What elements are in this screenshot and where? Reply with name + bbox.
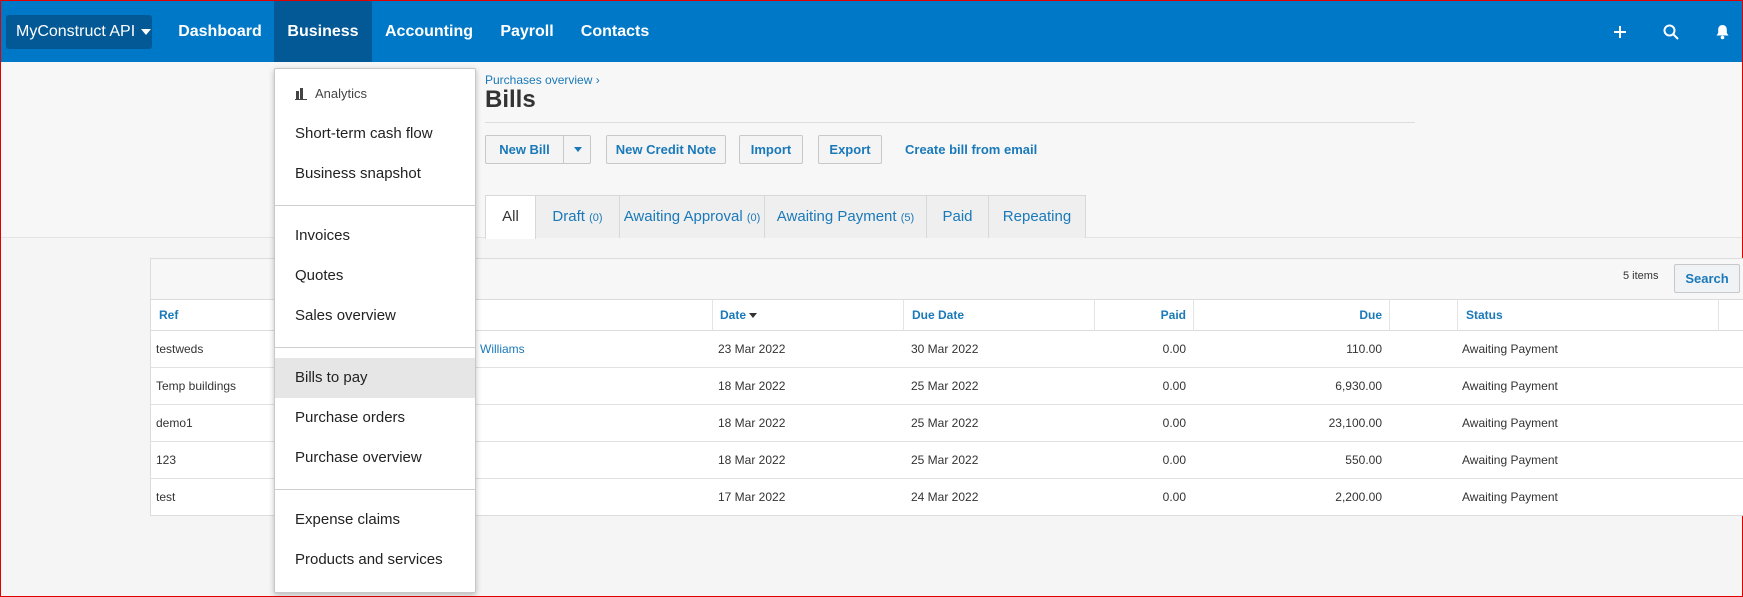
cell-due-date: 24 Mar 2022 xyxy=(911,490,979,504)
export-button[interactable]: Export xyxy=(818,135,882,164)
tab-count: (5) xyxy=(900,212,915,224)
menu-item-short-term-cash-flow[interactable]: Short-term cash flow xyxy=(275,114,475,154)
search-button[interactable]: Search xyxy=(1674,264,1740,293)
tab-label: Repeating xyxy=(1002,208,1072,225)
import-button[interactable]: Import xyxy=(739,135,803,164)
col-due-date[interactable]: Due Date xyxy=(903,300,1095,331)
tab-count: (0) xyxy=(746,212,761,224)
cell-status: Awaiting Payment xyxy=(1462,453,1558,467)
cell-ref: demo1 xyxy=(156,416,193,430)
cell-date: 18 Mar 2022 xyxy=(718,416,786,430)
cell-status: Awaiting Payment xyxy=(1462,490,1558,504)
nav-payroll[interactable]: Payroll xyxy=(486,1,568,62)
tab-label: Awaiting Payment xyxy=(776,208,897,225)
business-menu: Analytics Short-term cash flow Business … xyxy=(274,68,476,593)
cell-due: 6,930.00 xyxy=(1335,379,1382,393)
col-date-label: Date xyxy=(720,308,747,322)
org-switcher-button[interactable]: MyConstruct API xyxy=(6,15,152,49)
cell-date: 18 Mar 2022 xyxy=(718,453,786,467)
cell-due-date: 25 Mar 2022 xyxy=(911,379,979,393)
cell-paid: 0.00 xyxy=(1162,453,1186,467)
cell-paid: 0.00 xyxy=(1162,416,1186,430)
cell-to: Williams xyxy=(480,342,525,356)
col-date[interactable]: Date xyxy=(712,300,904,331)
menu-section-label: Analytics xyxy=(315,86,368,101)
tab-all[interactable]: All xyxy=(485,195,536,239)
new-bill-split-button: New Bill xyxy=(485,135,591,164)
cell-ref: Temp buildings xyxy=(156,379,237,393)
menu-item-expense-claims[interactable]: Expense claims xyxy=(275,500,475,540)
tab-count: (0) xyxy=(589,212,603,224)
col-ref[interactable]: Ref xyxy=(159,300,178,331)
menu-item-bills-to-pay[interactable]: Bills to pay xyxy=(275,358,475,398)
tab-draft[interactable]: Draft (0) xyxy=(535,195,620,238)
menu-item-purchase-orders[interactable]: Purchase orders xyxy=(275,398,475,438)
tab-label: Paid xyxy=(942,208,973,225)
nav-business[interactable]: Business xyxy=(274,1,372,62)
cell-ref: test xyxy=(156,490,176,504)
cell-date: 18 Mar 2022 xyxy=(718,379,786,393)
plus-icon[interactable] xyxy=(1605,1,1635,62)
tab-label: Draft xyxy=(552,208,585,225)
page-title: Bills xyxy=(485,86,536,113)
cell-due: 110.00 xyxy=(1346,342,1382,356)
cell-paid: 0.00 xyxy=(1162,379,1186,393)
search-icon[interactable] xyxy=(1656,1,1686,62)
cell-due-date: 30 Mar 2022 xyxy=(911,342,979,356)
tab-label: Awaiting Approval xyxy=(623,208,743,225)
nav-accounting[interactable]: Accounting xyxy=(372,1,486,62)
bell-icon[interactable] xyxy=(1707,1,1737,62)
nav-dashboard[interactable]: Dashboard xyxy=(165,1,275,62)
menu-item-products-and-services[interactable]: Products and services xyxy=(275,540,475,580)
col-due[interactable]: Due xyxy=(1193,300,1390,331)
cell-status: Awaiting Payment xyxy=(1462,416,1558,430)
divider xyxy=(485,122,1415,123)
cell-due: 2,200.00 xyxy=(1335,490,1382,504)
new-bill-button[interactable]: New Bill xyxy=(486,136,564,163)
col-status[interactable]: Status xyxy=(1457,300,1719,331)
tab-awaiting-payment[interactable]: Awaiting Payment (5) xyxy=(764,195,927,238)
new-credit-note-button[interactable]: New Credit Note xyxy=(606,135,726,164)
chevron-down-icon xyxy=(573,147,582,152)
bar-chart-icon xyxy=(295,87,307,100)
cell-date: 23 Mar 2022 xyxy=(718,342,786,356)
org-name: MyConstruct API xyxy=(16,23,136,40)
cell-date: 17 Mar 2022 xyxy=(718,490,786,504)
cell-paid: 0.00 xyxy=(1162,490,1186,504)
cell-status: Awaiting Payment xyxy=(1462,342,1558,356)
col-paid[interactable]: Paid xyxy=(1094,300,1194,331)
top-nav: MyConstruct API Dashboard Business Accou… xyxy=(1,1,1742,62)
cell-due-date: 25 Mar 2022 xyxy=(911,416,979,430)
cell-due-date: 25 Mar 2022 xyxy=(911,453,979,467)
tab-repeating[interactable]: Repeating xyxy=(988,195,1086,238)
sort-desc-icon xyxy=(749,313,758,319)
menu-divider xyxy=(275,205,475,206)
nav-contacts[interactable]: Contacts xyxy=(568,1,662,62)
menu-item-business-snapshot[interactable]: Business snapshot xyxy=(275,154,475,194)
breadcrumb[interactable]: Purchases overview › xyxy=(485,73,600,87)
menu-divider xyxy=(275,347,475,348)
col-blank xyxy=(1389,300,1457,331)
create-bill-from-email-link[interactable]: Create bill from email xyxy=(905,142,1037,157)
menu-item-purchase-overview[interactable]: Purchase overview xyxy=(275,438,475,478)
new-bill-dropdown-button[interactable] xyxy=(565,136,590,163)
cell-ref: 123 xyxy=(156,453,177,467)
tab-awaiting-approval[interactable]: Awaiting Approval (0) xyxy=(619,195,765,238)
menu-section-analytics: Analytics xyxy=(295,86,367,101)
menu-item-sales-overview[interactable]: Sales overview xyxy=(275,296,475,336)
cell-ref: testweds xyxy=(156,342,204,356)
menu-item-quotes[interactable]: Quotes xyxy=(275,256,475,296)
col-end xyxy=(1718,300,1743,331)
tab-label: All xyxy=(502,208,519,225)
menu-divider xyxy=(275,489,475,490)
menu-item-invoices[interactable]: Invoices xyxy=(275,216,475,256)
cell-due: 23,100.00 xyxy=(1328,416,1382,430)
tab-paid[interactable]: Paid xyxy=(926,195,989,238)
items-count: 5 items xyxy=(1623,270,1659,282)
cell-status: Awaiting Payment xyxy=(1462,379,1558,393)
chevron-down-icon xyxy=(141,28,152,35)
cell-paid: 0.00 xyxy=(1162,342,1186,356)
cell-due: 550.00 xyxy=(1345,453,1382,467)
